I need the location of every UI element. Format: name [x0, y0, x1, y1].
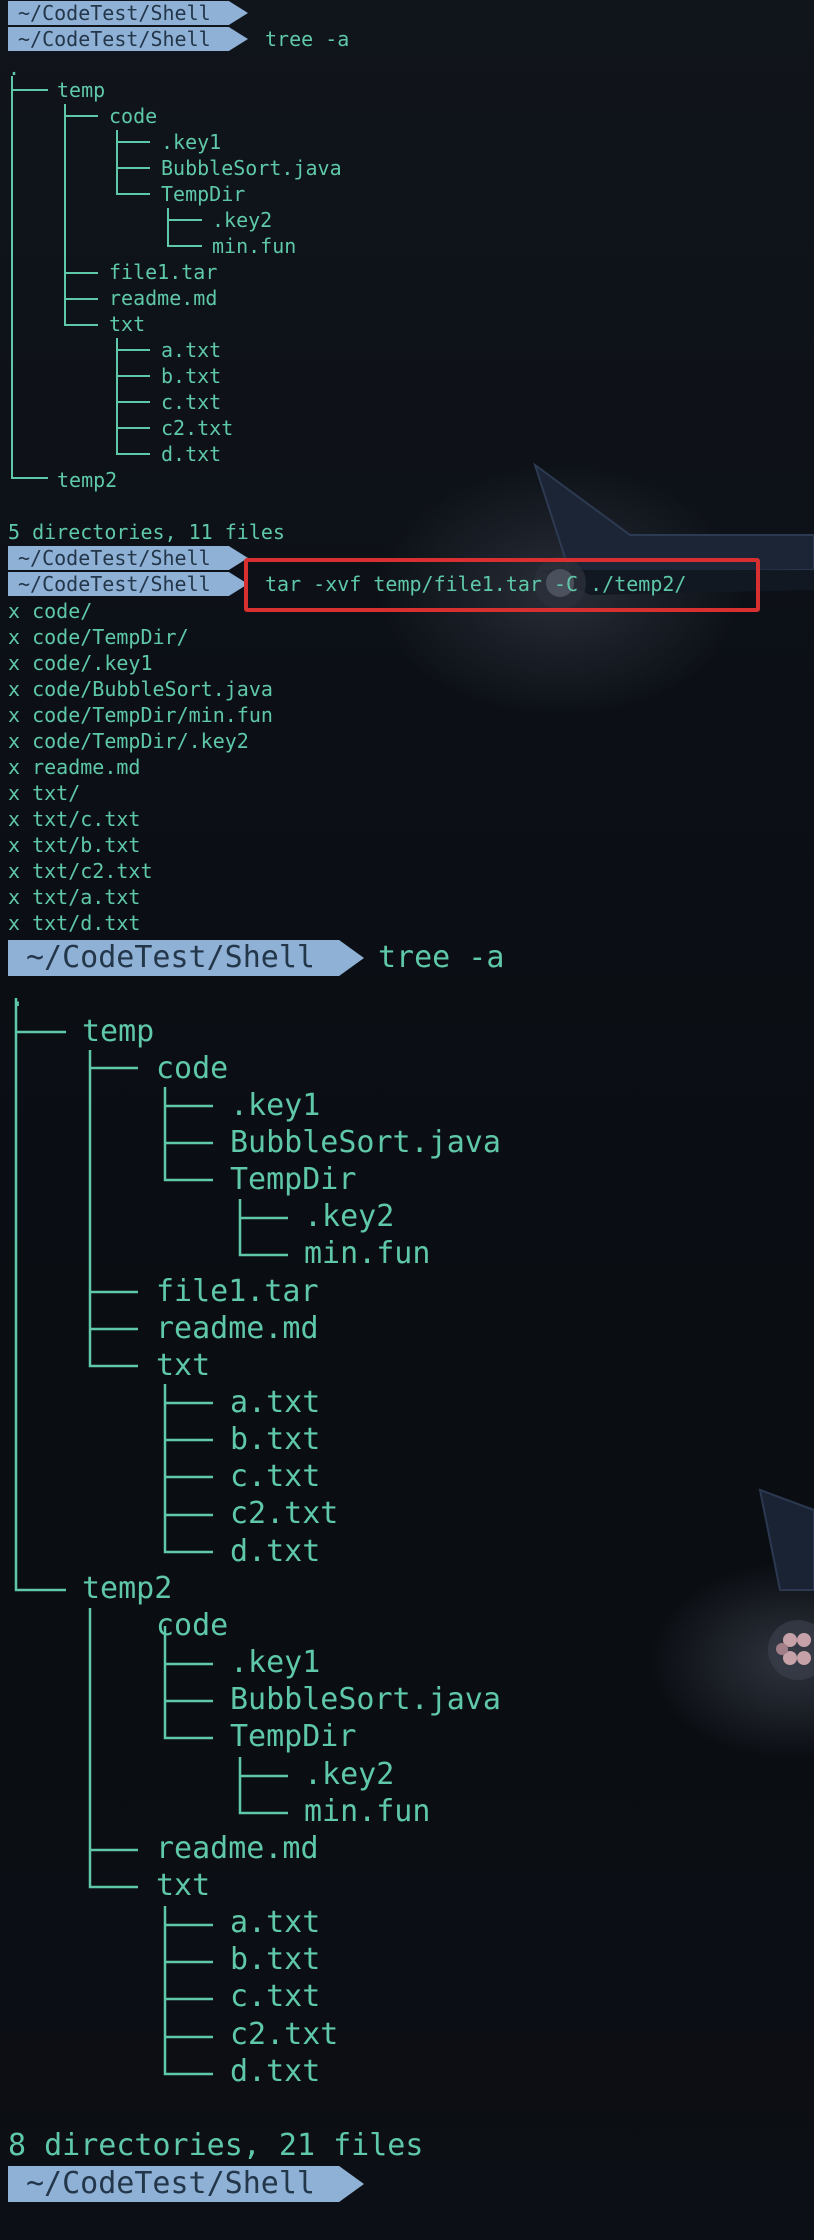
- tar-output-line: x txt/c2.txt: [8, 859, 153, 883]
- tar-output-line: x code/: [8, 599, 93, 623]
- tree-entry: .key2: [304, 1199, 395, 1234]
- tree-root: .: [8, 56, 21, 80]
- tree-entry: temp: [57, 78, 106, 102]
- tar-output-line: x code/BubbleSort.java: [8, 677, 273, 701]
- prompt-segment: ~/CodeTest/Shell: [8, 27, 248, 51]
- tar-output-line: x code/TempDir/min.fun: [8, 703, 273, 727]
- tree-entry: c2.txt: [230, 2017, 339, 2052]
- tree-entry: a.txt: [230, 1905, 321, 1940]
- highlight-box: [244, 558, 760, 612]
- tree-entry: file1.tar: [109, 260, 218, 284]
- tree-entry: readme.md: [109, 286, 218, 310]
- terminal-window[interactable]: ~/CodeTest/Shell ~/CodeTest/Shell tree -…: [0, 0, 814, 2240]
- tree-entry: temp2: [82, 1571, 173, 1606]
- tree-entry: .key2: [212, 208, 273, 232]
- tree-entry: b.txt: [230, 1942, 321, 1977]
- tree-entry: txt: [109, 312, 146, 336]
- tree-entry: file1.tar: [156, 1274, 319, 1309]
- tree-entry: TempDir: [230, 1719, 357, 1754]
- prompt-segment: ~/CodeTest/Shell: [8, 546, 248, 570]
- tree-entry: .key1: [230, 1088, 321, 1123]
- prompt-segment: ~/CodeTest/Shell: [8, 1, 248, 25]
- tree-summary: 8 directories, 21 files: [8, 2128, 424, 2163]
- tree-entry: code: [109, 104, 158, 128]
- tree-entry: a.txt: [230, 1385, 321, 1420]
- tree-entry: BubbleSort.java: [230, 1125, 501, 1160]
- tar-output-line: x txt/d.txt: [8, 911, 141, 935]
- tar-output-line: x txt/c.txt: [8, 807, 141, 831]
- tree-entry: txt: [156, 1868, 211, 1903]
- tree-entry: c.txt: [230, 1979, 321, 2014]
- tree-entry: TempDir: [230, 1162, 357, 1197]
- tar-output-line: x txt/: [8, 781, 81, 805]
- tree-entry: d.txt: [230, 1534, 321, 1569]
- command-text: tree -a: [265, 27, 350, 51]
- prompt-segment: ~/CodeTest/Shell: [8, 2166, 364, 2202]
- tree-entry: code: [156, 1608, 229, 1643]
- tree-entry: readme.md: [156, 1311, 319, 1346]
- tree-entry: min.fun: [304, 1794, 431, 1829]
- prompt-segment: ~/CodeTest/Shell: [8, 940, 364, 976]
- tree-summary: 5 directories, 11 files: [8, 520, 285, 544]
- tree-entry: BubbleSort.java: [161, 156, 342, 180]
- tree-entry: min.fun: [212, 234, 297, 258]
- tree-entry: TempDir: [161, 182, 246, 206]
- tree-entry: d.txt: [161, 442, 222, 466]
- tree-entry: .key1: [161, 130, 222, 154]
- tree-entry: d.txt: [230, 2054, 321, 2089]
- tar-output-line: x code/TempDir/.key2: [8, 729, 249, 753]
- tree-root: .: [8, 979, 27, 1014]
- tree-entry: BubbleSort.java: [230, 1682, 501, 1717]
- tree-entry: c.txt: [230, 1459, 321, 1494]
- tar-output-line: x code/TempDir/: [8, 625, 189, 649]
- tree-entry: b.txt: [161, 364, 222, 388]
- tree-entry: temp2: [57, 468, 118, 492]
- tree-entry: c.txt: [161, 390, 222, 414]
- tree-entry: temp: [82, 1014, 155, 1049]
- command-text: tree -a: [378, 940, 505, 975]
- tar-output-line: x txt/a.txt: [8, 885, 141, 909]
- tar-output-line: x txt/b.txt: [8, 833, 141, 857]
- tree-entry: min.fun: [304, 1236, 431, 1271]
- prompt-segment: ~/CodeTest/Shell: [8, 572, 248, 596]
- tree-entry: readme.md: [156, 1831, 319, 1866]
- tree-entry: txt: [156, 1348, 211, 1383]
- tree-entry: c2.txt: [161, 416, 234, 440]
- tree-entry: code: [156, 1051, 229, 1086]
- tree-entry: c2.txt: [230, 1496, 339, 1531]
- tar-output-line: x readme.md: [8, 755, 141, 779]
- tree-entry: .key2: [304, 1757, 395, 1792]
- tar-output-line: x code/.key1: [8, 651, 153, 675]
- tree-entry: .key1: [230, 1645, 321, 1680]
- tree-entry: a.txt: [161, 338, 222, 362]
- tree-entry: b.txt: [230, 1422, 321, 1457]
